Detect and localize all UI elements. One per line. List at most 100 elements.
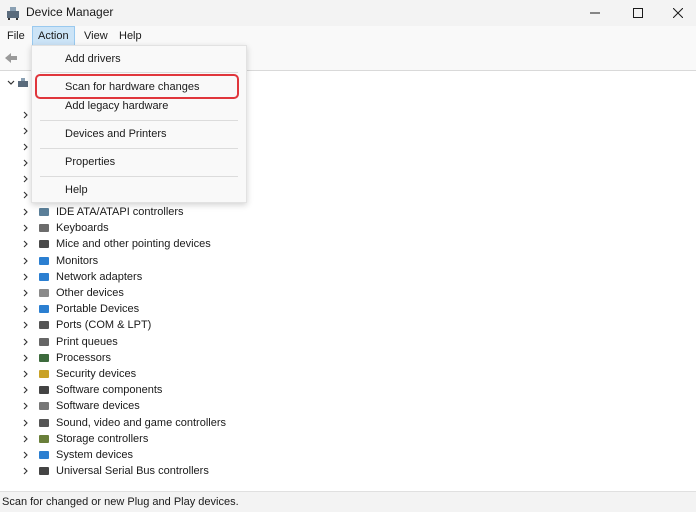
unknown-device-icon	[38, 287, 50, 299]
chevron-right-icon[interactable]	[22, 236, 30, 252]
menu-bar: File Action View Help	[0, 26, 696, 46]
menu-separator	[40, 148, 238, 149]
tree-row[interactable]: Security devices	[0, 366, 696, 382]
chevron-right-icon[interactable]	[22, 155, 30, 171]
chevron-right-icon[interactable]	[22, 171, 30, 187]
tree-row-label: Universal Serial Bus controllers	[56, 465, 209, 477]
tree-row-label: Portable Devices	[56, 303, 140, 315]
tree-row[interactable]: Software devices	[0, 398, 696, 414]
chevron-right-icon[interactable]	[22, 350, 30, 366]
tree-row[interactable]: System devices	[0, 447, 696, 463]
menu-help[interactable]: Help	[115, 27, 146, 45]
tree-row-label: Sound, video and game controllers	[56, 417, 226, 429]
tree-row[interactable]: Network adapters	[0, 269, 696, 285]
chevron-right-icon[interactable]	[22, 253, 30, 269]
tree-row-label: IDE ATA/ATAPI controllers	[56, 206, 184, 218]
tree-row[interactable]: Other devices	[0, 285, 696, 301]
menu-separator	[40, 72, 238, 73]
chevron-right-icon[interactable]	[22, 187, 30, 203]
tree-row-label: Other devices	[56, 287, 124, 299]
tree-row-label: Monitors	[56, 255, 99, 267]
menu-item-scan-hardware[interactable]: Scan for hardware changes	[65, 81, 200, 93]
menu-item-properties[interactable]: Properties	[65, 156, 115, 168]
menu-item-add-drivers[interactable]: Add drivers	[65, 53, 121, 65]
keyboard-icon	[38, 222, 50, 234]
tree-row-label: Processors	[56, 352, 112, 364]
tree-row[interactable]: Storage controllers	[0, 431, 696, 447]
tree-row-label: System devices	[56, 449, 134, 461]
chevron-down-icon[interactable]	[6, 75, 16, 91]
back-arrow-icon[interactable]	[4, 51, 18, 65]
tree-row-label: Storage controllers	[56, 433, 149, 445]
tree-row-label: Ports (COM & LPT)	[56, 319, 152, 331]
menu-item-devices-printers[interactable]: Devices and Printers	[65, 128, 167, 140]
chevron-right-icon[interactable]	[22, 398, 30, 414]
processor-icon	[38, 352, 50, 364]
security-device-icon	[38, 368, 50, 380]
window-title: Device Manager	[26, 5, 114, 19]
tree-row[interactable]: Print queues	[0, 334, 696, 350]
tree-row-label: Security devices	[56, 368, 137, 380]
close-icon	[673, 8, 683, 18]
chevron-right-icon[interactable]	[22, 415, 30, 431]
chevron-right-icon[interactable]	[22, 220, 30, 236]
tree-row-label: Keyboards	[56, 222, 109, 234]
tree-row[interactable]: Monitors	[0, 253, 696, 269]
tree-row-label: Network adapters	[56, 271, 143, 283]
printer-icon	[38, 336, 50, 348]
chevron-right-icon[interactable]	[22, 431, 30, 447]
device-manager-icon	[5, 5, 21, 21]
tree-row[interactable]: Sound, video and game controllers	[0, 415, 696, 431]
port-icon	[38, 319, 50, 331]
chevron-right-icon[interactable]	[22, 204, 30, 220]
ide-controller-icon	[38, 206, 50, 218]
speaker-icon	[38, 417, 50, 429]
menu-item-help[interactable]: Help	[65, 184, 88, 196]
chevron-right-icon[interactable]	[22, 447, 30, 463]
tree-row-label: Print queues	[56, 336, 118, 348]
usb-icon	[38, 465, 50, 477]
tree-row[interactable]: Portable Devices	[0, 301, 696, 317]
status-text: Scan for changed or new Plug and Play de…	[2, 496, 239, 508]
chevron-right-icon[interactable]	[22, 107, 30, 123]
minimize-icon	[590, 12, 600, 14]
monitor-icon	[38, 255, 50, 267]
title-bar: Device Manager	[0, 0, 696, 26]
menu-view[interactable]: View	[80, 27, 112, 45]
menu-item-add-legacy-hardware[interactable]: Add legacy hardware	[65, 100, 168, 112]
menu-action[interactable]: Action	[32, 26, 75, 46]
menu-separator	[40, 176, 238, 177]
chevron-right-icon[interactable]	[22, 334, 30, 350]
portable-device-icon	[38, 303, 50, 315]
tree-row-label: Software devices	[56, 400, 140, 412]
system-device-icon	[38, 449, 50, 461]
mouse-icon	[38, 238, 50, 250]
chevron-right-icon[interactable]	[22, 301, 30, 317]
chevron-right-icon[interactable]	[22, 382, 30, 398]
tree-row[interactable]: Ports (COM & LPT)	[0, 317, 696, 333]
action-menu: Add drivers Scan for hardware changes Ad…	[31, 45, 247, 203]
close-button[interactable]	[655, 0, 696, 26]
tree-row[interactable]: IDE ATA/ATAPI controllers	[0, 204, 696, 220]
chevron-right-icon[interactable]	[22, 463, 30, 479]
minimize-button[interactable]	[572, 0, 618, 26]
chevron-right-icon[interactable]	[22, 285, 30, 301]
tree-row[interactable]: Mice and other pointing devices	[0, 236, 696, 252]
software-component-icon	[38, 384, 50, 396]
status-bar: Scan for changed or new Plug and Play de…	[0, 491, 696, 512]
maximize-icon	[633, 8, 643, 18]
tree-row[interactable]: Keyboards	[0, 220, 696, 236]
tree-row[interactable]: Processors	[0, 350, 696, 366]
tree-row-label: Software components	[56, 384, 163, 396]
menu-file[interactable]: File	[3, 27, 29, 45]
chevron-right-icon[interactable]	[22, 123, 30, 139]
chevron-right-icon[interactable]	[22, 317, 30, 333]
chevron-right-icon[interactable]	[22, 366, 30, 382]
tree-row-label: Mice and other pointing devices	[56, 238, 211, 250]
computer-icon	[17, 77, 29, 89]
tree-row[interactable]: Universal Serial Bus controllers	[0, 463, 696, 479]
chevron-right-icon[interactable]	[22, 269, 30, 285]
storage-controller-icon	[38, 433, 50, 445]
tree-row[interactable]: Software components	[0, 382, 696, 398]
chevron-right-icon[interactable]	[22, 139, 30, 155]
